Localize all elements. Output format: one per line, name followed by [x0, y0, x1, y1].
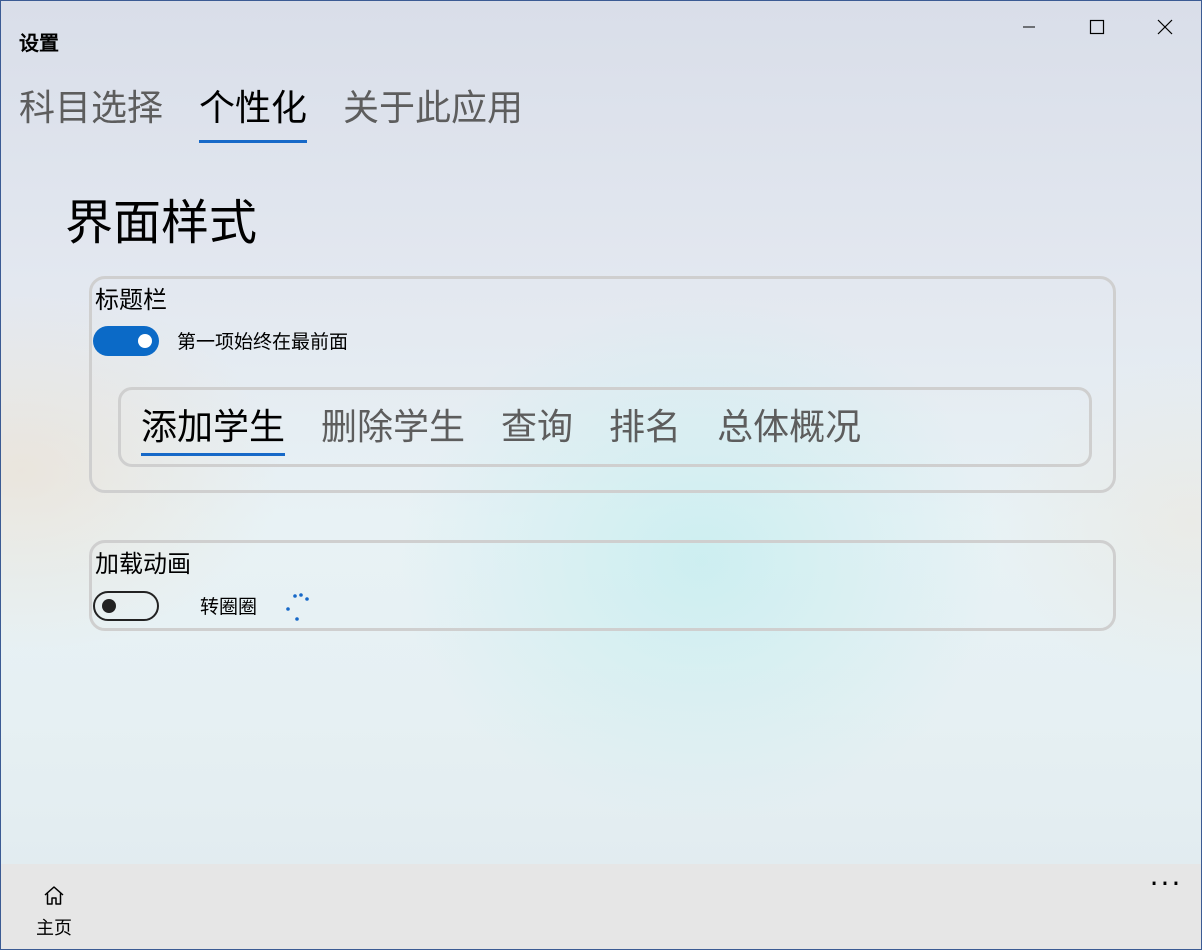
top-tab-bar: 科目选择 个性化 关于此应用	[19, 85, 523, 143]
loading-animation-card: 加载动画 转圈圈	[89, 540, 1116, 631]
maximize-button[interactable]	[1063, 1, 1131, 53]
close-button[interactable]	[1131, 1, 1199, 53]
preview-tab-query[interactable]: 查询	[501, 404, 573, 456]
tab-subject-selection[interactable]: 科目选择	[19, 85, 163, 143]
titlebar-preview: 添加学生 删除学生 查询 排名 总体概况	[118, 387, 1092, 467]
preview-tab-add-student[interactable]: 添加学生	[141, 404, 286, 456]
home-button[interactable]: 主页	[21, 880, 87, 940]
spinner-toggle-label: 转圈圈	[200, 596, 258, 618]
tab-personalization[interactable]: 个性化	[199, 85, 308, 143]
first-item-front-label: 第一项始终在最前面	[177, 331, 349, 353]
minimize-icon	[1023, 26, 1035, 28]
minimize-button[interactable]	[995, 1, 1063, 53]
settings-window: 设置 科目选择 个性化 关于此应用 界面样式 标题栏 第一项始终在最前面 添加学…	[0, 0, 1202, 950]
close-icon	[1157, 19, 1173, 35]
preview-tab-overview[interactable]: 总体概况	[717, 404, 861, 456]
loading-card-title: 加载动画	[95, 550, 191, 578]
more-options-button[interactable]: ···	[1141, 864, 1191, 904]
titlebar-card-title: 标题栏	[95, 286, 167, 314]
spinner-toggle[interactable]	[93, 591, 159, 621]
window-title: 设置	[19, 31, 59, 55]
toggle-knob	[138, 334, 152, 348]
preview-tab-ranking[interactable]: 排名	[609, 404, 681, 456]
home-icon	[44, 886, 64, 905]
preview-tab-delete-student[interactable]: 删除学生	[321, 404, 465, 456]
maximize-icon	[1089, 19, 1105, 35]
toggle-knob	[102, 599, 116, 613]
first-item-front-toggle[interactable]	[93, 326, 159, 356]
bottom-command-bar: 主页 ···	[1, 864, 1201, 949]
titlebar-card: 标题栏 第一项始终在最前面 添加学生 删除学生 查询 排名 总体概况	[89, 276, 1116, 493]
preview-tab-bar: 添加学生 删除学生 查询 排名 总体概况	[141, 404, 861, 456]
section-title: 界面样式	[65, 195, 258, 251]
home-label: 主页	[36, 918, 72, 939]
loading-spinner-icon	[286, 593, 309, 621]
tab-about-app[interactable]: 关于此应用	[343, 85, 523, 143]
